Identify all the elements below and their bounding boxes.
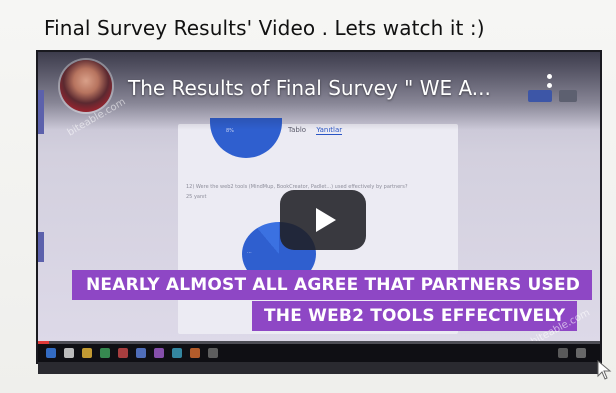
play-icon xyxy=(316,208,336,232)
side-panel-marker-2 xyxy=(38,232,44,262)
side-panel-marker xyxy=(38,90,44,134)
toolbar-button xyxy=(528,90,552,102)
folder-icon[interactable] xyxy=(82,348,92,358)
photo-frame: Final Survey Results' Video . Lets watch… xyxy=(0,0,616,393)
start-icon[interactable] xyxy=(46,348,56,358)
app-icon[interactable] xyxy=(172,348,182,358)
tray-icon[interactable] xyxy=(576,348,586,358)
video-title[interactable]: The Results of Final Survey " WE A... xyxy=(128,76,491,100)
monitor-screen: Tablo Yanıtlar 8% 12) Were the web2 tool… xyxy=(38,52,600,362)
answers-count: 25 yanıt xyxy=(186,194,207,200)
post-caption: Final Survey Results' Video . Lets watch… xyxy=(44,16,485,40)
search-icon[interactable] xyxy=(64,348,74,358)
app-icon[interactable] xyxy=(190,348,200,358)
app-icon[interactable] xyxy=(118,348,128,358)
app-icon[interactable] xyxy=(154,348,164,358)
app-icon[interactable] xyxy=(136,348,146,358)
browser-icon[interactable] xyxy=(100,348,110,358)
video-caption-line-2: THE WEB2 TOOLS EFFECTIVELY xyxy=(252,301,578,331)
video-player[interactable]: Tablo Yanıtlar 8% 12) Were the web2 tool… xyxy=(38,52,600,344)
video-caption-line-1: NEARLY ALMOST ALL AGREE THAT PARTNERS US… xyxy=(72,270,593,300)
tray-icon[interactable] xyxy=(558,348,568,358)
app-icon[interactable] xyxy=(208,348,218,358)
os-taskbar xyxy=(38,344,600,362)
mouse-pointer-icon xyxy=(597,360,612,380)
pie-chart-2-label: ... xyxy=(247,249,252,255)
monitor-bezel xyxy=(38,362,600,374)
toolbar-button-2 xyxy=(559,90,577,102)
play-button[interactable] xyxy=(280,190,366,250)
channel-avatar[interactable] xyxy=(60,60,112,112)
